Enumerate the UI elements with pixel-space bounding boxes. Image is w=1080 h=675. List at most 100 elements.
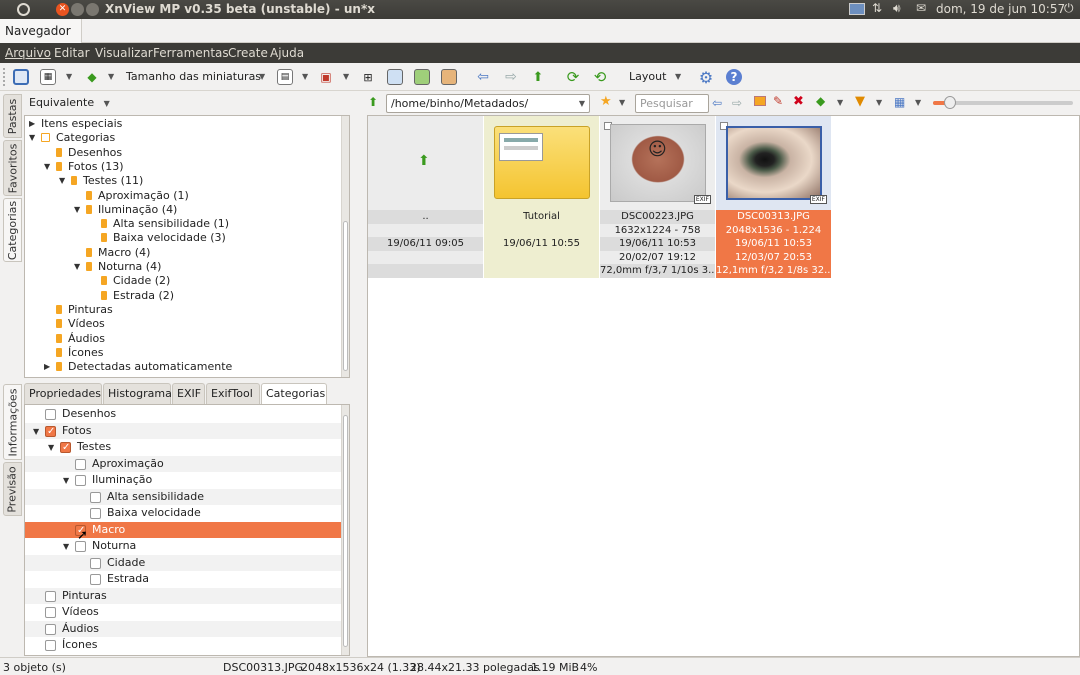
sort-dropdown-icon[interactable]: ▼ — [108, 72, 114, 81]
tree-item[interactable]: ▼ Fotos (13) — [44, 160, 124, 174]
category-checkbox[interactable] — [75, 458, 86, 470]
menu-arquivo[interactable]: Arquivo — [5, 46, 51, 60]
tree-item[interactable]: ▼ Testes (11) — [59, 174, 143, 188]
category-row[interactable]: Ícones — [25, 637, 348, 654]
category-checkbox[interactable] — [90, 491, 101, 503]
image-indicator-icon[interactable] — [849, 3, 865, 15]
category-row[interactable]: Estrada — [25, 571, 348, 588]
sort-order-dropdown-icon[interactable]: ▼ — [837, 98, 843, 107]
sort-order-icon[interactable]: ◆ — [816, 94, 825, 108]
path-combobox[interactable]: /home/binho/Metadados/ ▼ — [386, 94, 590, 113]
category-checkbox[interactable] — [45, 607, 56, 618]
category-checkbox[interactable] — [75, 475, 86, 486]
settings-gear-icon[interactable]: ⚙ — [698, 68, 714, 87]
search-input[interactable]: Pesquisar — [635, 94, 709, 113]
thumb-size-label[interactable]: Tamanho das miniaturas — [126, 70, 261, 83]
zoom-slider-handle[interactable] — [944, 96, 956, 109]
thumbnail-image[interactable]: ⬆ — [368, 116, 483, 210]
expand-arrow-icon[interactable]: ▼ — [59, 174, 65, 188]
tree-item[interactable]: Alta sensibilidade (1) — [89, 217, 229, 231]
side-tab-categorias[interactable]: Categorias — [3, 198, 22, 262]
menu-ajuda[interactable]: Ajuda — [270, 46, 304, 60]
nav-back-icon[interactable]: ⇦ — [712, 96, 722, 110]
tab-exif[interactable]: EXIF — [172, 383, 205, 404]
thumbnail-item[interactable]: ⬆.. 19/06/11 09:05 — [368, 116, 483, 278]
tab-histograma[interactable]: Histograma — [103, 383, 172, 404]
tree-item[interactable]: Vídeos — [44, 317, 105, 331]
tree-item[interactable]: ▼ Iluminação (4) — [74, 203, 177, 217]
view-mode-dropdown-icon[interactable]: ▼ — [66, 72, 72, 81]
convert-icon[interactable] — [414, 69, 430, 85]
bookmark-icon[interactable]: ▣ — [318, 69, 334, 85]
category-row[interactable]: Cidade — [25, 554, 348, 571]
new-folder-icon[interactable] — [754, 96, 766, 106]
category-row[interactable]: Baixa velocidade — [25, 505, 348, 522]
grid-view-icon[interactable]: ▦ — [894, 95, 905, 109]
menu-visualizar[interactable]: Visualizar — [95, 46, 153, 60]
category-checkbox[interactable] — [90, 508, 101, 519]
delete-icon[interactable]: ✖ — [793, 94, 804, 109]
filter-icon[interactable]: ▼ — [855, 94, 865, 109]
reload-icon[interactable]: ⟲ — [592, 68, 608, 86]
nav-forward-icon[interactable]: ⇨ — [732, 96, 742, 110]
info-mode-dropdown-icon[interactable]: ▼ — [302, 72, 308, 81]
checklist-scrollbar-thumb[interactable] — [343, 415, 348, 647]
path-dropdown-icon[interactable]: ▼ — [579, 99, 585, 108]
power-icon[interactable]: ⏻ — [1064, 1, 1074, 16]
collapse-arrow-icon[interactable]: ▶ — [29, 117, 35, 131]
tree-item[interactable]: Cidade (2) — [89, 274, 170, 288]
thumbnail-image[interactable]: EXIF — [716, 116, 831, 210]
tree-filter-select[interactable]: Equivalente ▼ — [29, 96, 119, 111]
layout-dropdown-icon[interactable]: ▼ — [675, 72, 681, 81]
category-row[interactable]: ▼ Testes — [25, 439, 348, 456]
thumbnail-item[interactable]: ☺ EXIF DSC00223.JPG 1632x1224 - 758 19/06/11… — [600, 116, 715, 278]
tab-navegador[interactable]: Navegador ✖ — [0, 19, 82, 62]
layout-label[interactable]: Layout — [629, 70, 666, 83]
tab-categorias[interactable]: Categorias — [261, 383, 327, 404]
batch-icon[interactable] — [441, 69, 457, 85]
category-row[interactable]: ▼ Noturna — [25, 538, 348, 555]
expand-arrow-icon[interactable]: ▼ — [74, 260, 80, 274]
zoom-slider[interactable] — [933, 96, 1073, 109]
menu-editar[interactable]: Editar — [54, 46, 90, 60]
category-row[interactable]: Áudios — [25, 620, 348, 637]
category-row[interactable]: Aproximação — [25, 455, 348, 472]
tab-propriedades[interactable]: Propriedades — [24, 383, 102, 404]
category-checkbox[interactable] — [90, 574, 101, 585]
expand-arrow-icon[interactable]: ▼ — [74, 203, 80, 217]
side-tab-previsao[interactable]: Previsão — [3, 462, 22, 516]
clock-text[interactable]: dom, 19 de jun 10:57 — [936, 2, 1065, 16]
expand-arrow-icon[interactable]: ▼ — [44, 160, 50, 174]
back-arrow-icon[interactable]: ⇦ — [475, 69, 491, 85]
tree-item[interactable]: Estrada (2) — [89, 289, 174, 303]
tree-item[interactable]: Macro (4) — [74, 246, 150, 260]
go-up-icon[interactable]: ⬆ — [368, 95, 378, 109]
category-checkbox[interactable] — [45, 590, 56, 602]
side-tab-informacoes[interactable]: Informações — [3, 384, 22, 460]
tree-scrollbar[interactable] — [341, 116, 349, 377]
favorite-star-icon[interactable]: ★ — [600, 94, 612, 109]
category-checkbox[interactable] — [45, 640, 56, 651]
menu-ferramentas[interactable]: Ferramentas — [153, 46, 229, 60]
grid-view-dropdown-icon[interactable]: ▼ — [915, 98, 921, 107]
tree-item[interactable]: Baixa velocidade (3) — [89, 231, 226, 245]
fullscreen-icon[interactable] — [13, 69, 29, 85]
side-tab-favoritos[interactable]: Favoritos — [3, 140, 22, 196]
category-row[interactable]: Vídeos — [25, 604, 348, 621]
category-checkbox[interactable] — [45, 409, 56, 420]
side-tab-pastas[interactable]: Pastas — [3, 94, 22, 138]
category-row[interactable]: Pinturas — [25, 587, 348, 604]
thumbnail-image[interactable] — [484, 116, 599, 210]
expand-arrow-icon[interactable]: ▼ — [63, 539, 69, 555]
tree-item[interactable]: ▶ Detectadas automaticamente — [44, 360, 232, 374]
tree-item[interactable]: ▼ Categorias — [29, 131, 115, 145]
tree-item[interactable]: ▼ Noturna (4) — [74, 260, 161, 274]
forward-arrow-icon[interactable]: ⇨ — [503, 69, 519, 85]
category-row[interactable]: Alta sensibilidade — [25, 488, 348, 505]
category-checkbox[interactable] — [45, 424, 56, 440]
thumbnail-item[interactable]: Tutorial 19/06/11 10:55 — [484, 116, 599, 278]
help-icon[interactable]: ? — [726, 69, 742, 85]
expand-arrow-icon[interactable]: ▼ — [33, 424, 39, 440]
info-mode-icon[interactable]: ▤ — [277, 69, 293, 85]
path-input[interactable]: /home/binho/Metadados/ — [391, 97, 528, 110]
